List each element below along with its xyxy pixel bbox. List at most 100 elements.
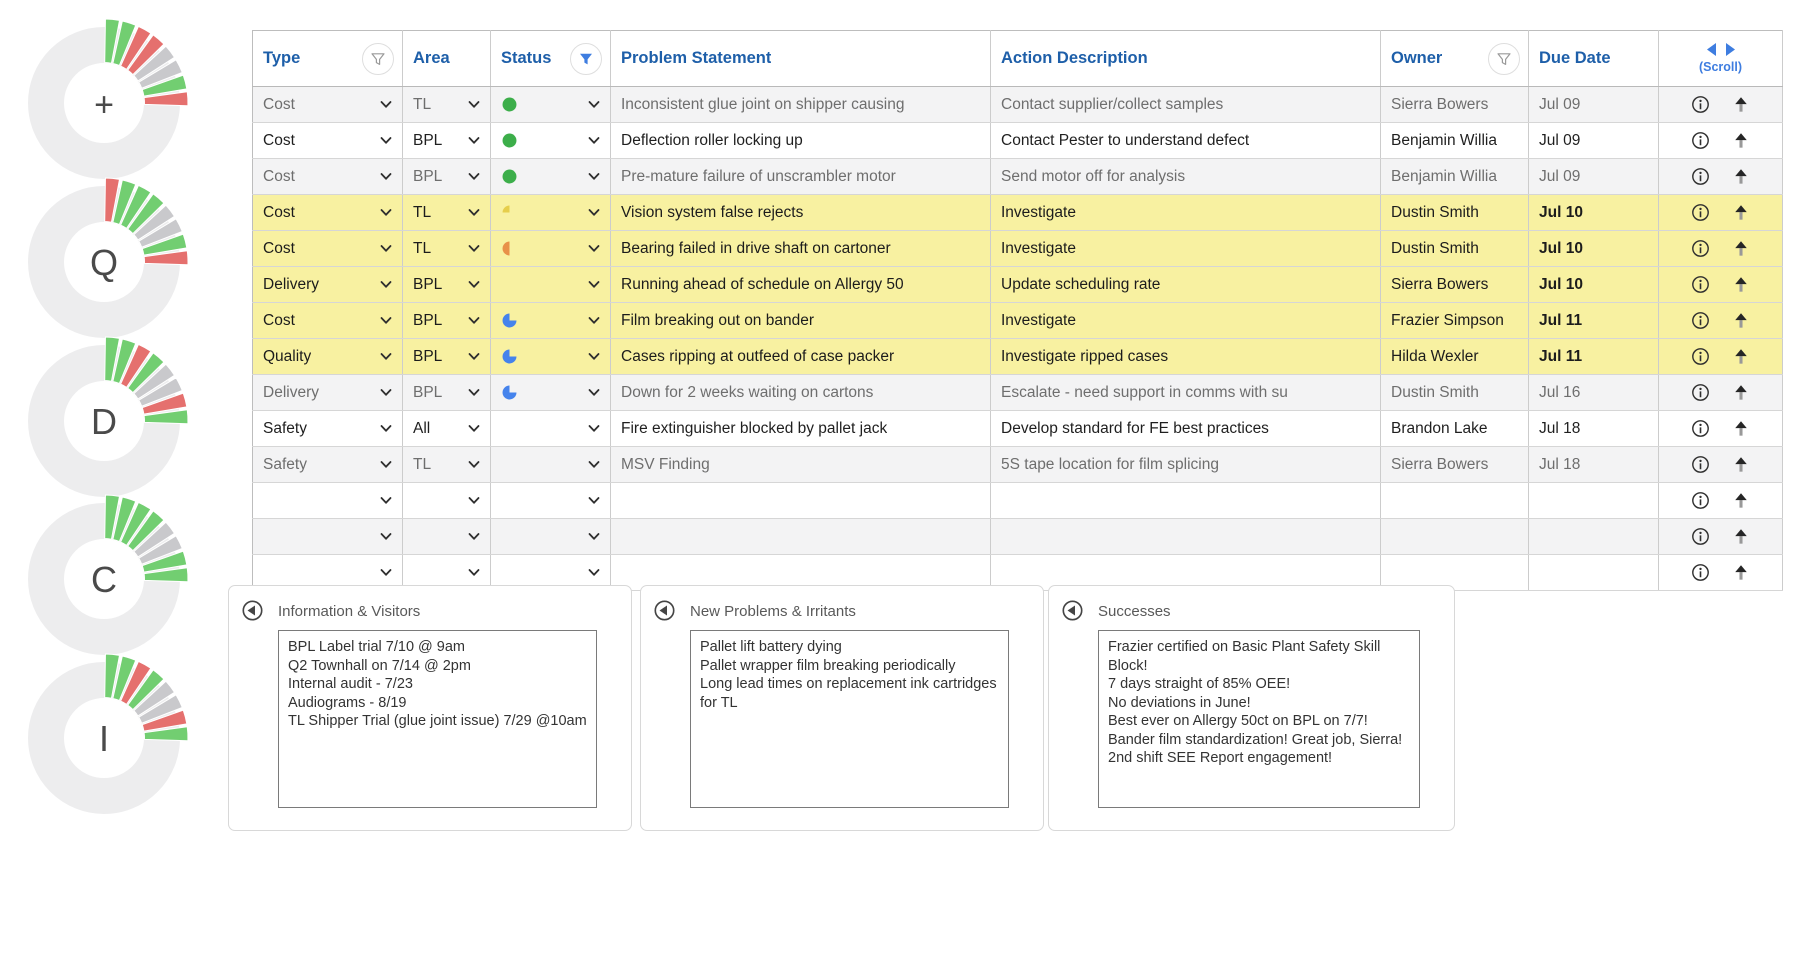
due-date-cell[interactable]: Jul 10 — [1529, 231, 1659, 267]
owner-cell[interactable]: Dustin Smith — [1381, 231, 1529, 267]
due-date-cell[interactable]: Jul 09 — [1529, 159, 1659, 195]
promote-arrow-icon[interactable] — [1732, 456, 1750, 474]
scroll-right-icon[interactable] — [1726, 43, 1735, 56]
due-date-cell[interactable] — [1529, 519, 1659, 555]
problem-statement-cell[interactable] — [611, 519, 991, 555]
problem-statement-cell[interactable] — [611, 483, 991, 519]
status-dropdown-cell[interactable] — [491, 231, 611, 267]
due-date-cell[interactable]: Jul 10 — [1529, 267, 1659, 303]
promote-arrow-icon[interactable] — [1732, 204, 1750, 222]
owner-cell[interactable]: Hilda Wexler — [1381, 339, 1529, 375]
donut-chart-I[interactable]: I — [9, 643, 199, 833]
area-dropdown-cell[interactable]: TL — [403, 87, 491, 123]
action-description-cell[interactable]: Send motor off for analysis — [991, 159, 1381, 195]
problem-statement-cell[interactable]: Down for 2 weeks waiting on cartons — [611, 375, 991, 411]
promote-arrow-icon[interactable] — [1732, 492, 1750, 510]
type-dropdown-cell[interactable]: Delivery — [253, 267, 403, 303]
info-icon[interactable] — [1691, 131, 1710, 150]
info-icon[interactable] — [1691, 311, 1710, 330]
action-description-cell[interactable]: 5S tape location for film splicing — [991, 447, 1381, 483]
promote-arrow-icon[interactable] — [1732, 384, 1750, 402]
collapse-panel-icon[interactable] — [241, 599, 264, 627]
owner-cell[interactable]: Sierra Bowers — [1381, 447, 1529, 483]
action-description-cell[interactable]: Develop standard for FE best practices — [991, 411, 1381, 447]
action-description-cell[interactable]: Investigate — [991, 231, 1381, 267]
promote-arrow-icon[interactable] — [1732, 564, 1750, 582]
due-date-cell[interactable] — [1529, 555, 1659, 591]
due-date-cell[interactable]: Jul 18 — [1529, 411, 1659, 447]
promote-arrow-icon[interactable] — [1732, 240, 1750, 258]
type-dropdown-cell[interactable]: Cost — [253, 123, 403, 159]
action-description-cell[interactable]: Investigate — [991, 303, 1381, 339]
status-dropdown-cell[interactable] — [491, 519, 611, 555]
info-icon[interactable] — [1691, 95, 1710, 114]
owner-cell[interactable]: Sierra Bowers — [1381, 267, 1529, 303]
promote-arrow-icon[interactable] — [1732, 276, 1750, 294]
type-dropdown-cell[interactable]: Safety — [253, 411, 403, 447]
area-dropdown-cell[interactable]: All — [403, 411, 491, 447]
owner-cell[interactable]: Frazier Simpson — [1381, 303, 1529, 339]
owner-cell[interactable]: Brandon Lake — [1381, 411, 1529, 447]
problem-statement-cell[interactable]: Running ahead of schedule on Allergy 50 — [611, 267, 991, 303]
due-date-cell[interactable]: Jul 16 — [1529, 375, 1659, 411]
type-dropdown-cell[interactable]: Safety — [253, 447, 403, 483]
promote-arrow-icon[interactable] — [1732, 528, 1750, 546]
type-dropdown-cell[interactable] — [253, 483, 403, 519]
info-icon[interactable] — [1691, 347, 1710, 366]
scroll-left-icon[interactable] — [1707, 43, 1716, 56]
due-date-cell[interactable]: Jul 11 — [1529, 303, 1659, 339]
action-description-cell[interactable]: Update scheduling rate — [991, 267, 1381, 303]
action-description-cell[interactable]: Investigate — [991, 195, 1381, 231]
collapse-panel-icon[interactable] — [653, 599, 676, 627]
promote-arrow-icon[interactable] — [1732, 420, 1750, 438]
info-icon[interactable] — [1691, 203, 1710, 222]
type-dropdown-cell[interactable]: Quality — [253, 339, 403, 375]
owner-cell[interactable] — [1381, 519, 1529, 555]
type-dropdown-cell[interactable]: Cost — [253, 87, 403, 123]
due-date-cell[interactable] — [1529, 483, 1659, 519]
area-dropdown-cell[interactable]: TL — [403, 231, 491, 267]
info-icon[interactable] — [1691, 527, 1710, 546]
area-dropdown-cell[interactable]: TL — [403, 447, 491, 483]
due-date-cell[interactable]: Jul 09 — [1529, 87, 1659, 123]
problem-statement-cell[interactable]: Film breaking out on bander — [611, 303, 991, 339]
successes-textbox[interactable]: Frazier certified on Basic Plant Safety … — [1098, 630, 1420, 808]
due-date-cell[interactable]: Jul 18 — [1529, 447, 1659, 483]
action-description-cell[interactable] — [991, 483, 1381, 519]
area-dropdown-cell[interactable]: BPL — [403, 123, 491, 159]
owner-cell[interactable]: Sierra Bowers — [1381, 87, 1529, 123]
area-dropdown-cell[interactable] — [403, 483, 491, 519]
area-dropdown-cell[interactable]: TL — [403, 195, 491, 231]
info-icon[interactable] — [1691, 491, 1710, 510]
promote-arrow-icon[interactable] — [1732, 96, 1750, 114]
type-dropdown-cell[interactable]: Cost — [253, 303, 403, 339]
owner-cell[interactable]: Benjamin Willia — [1381, 159, 1529, 195]
info-icon[interactable] — [1691, 419, 1710, 438]
due-date-cell[interactable]: Jul 09 — [1529, 123, 1659, 159]
status-dropdown-cell[interactable] — [491, 87, 611, 123]
status-dropdown-cell[interactable] — [491, 159, 611, 195]
status-dropdown-cell[interactable] — [491, 483, 611, 519]
owner-cell[interactable]: Dustin Smith — [1381, 195, 1529, 231]
due-date-cell[interactable]: Jul 10 — [1529, 195, 1659, 231]
status-dropdown-cell[interactable] — [491, 123, 611, 159]
collapse-panel-icon[interactable] — [1061, 599, 1084, 627]
promote-arrow-icon[interactable] — [1732, 348, 1750, 366]
problem-statement-cell[interactable]: Bearing failed in drive shaft on cartone… — [611, 231, 991, 267]
new-problems-textbox[interactable]: Pallet lift battery dying Pallet wrapper… — [690, 630, 1009, 808]
type-dropdown-cell[interactable]: Cost — [253, 159, 403, 195]
information-visitors-textbox[interactable]: BPL Label trial 7/10 @ 9am Q2 Townhall o… — [278, 630, 597, 808]
status-dropdown-cell[interactable] — [491, 195, 611, 231]
info-icon[interactable] — [1691, 275, 1710, 294]
promote-arrow-icon[interactable] — [1732, 132, 1750, 150]
info-icon[interactable] — [1691, 563, 1710, 582]
status-dropdown-cell[interactable] — [491, 339, 611, 375]
due-date-cell[interactable]: Jul 11 — [1529, 339, 1659, 375]
problem-statement-cell[interactable]: Cases ripping at outfeed of case packer — [611, 339, 991, 375]
owner-cell[interactable]: Benjamin Willia — [1381, 123, 1529, 159]
area-dropdown-cell[interactable]: BPL — [403, 267, 491, 303]
filter-icon-outline[interactable] — [362, 43, 394, 75]
info-icon[interactable] — [1691, 167, 1710, 186]
status-dropdown-cell[interactable] — [491, 267, 611, 303]
problem-statement-cell[interactable]: Vision system false rejects — [611, 195, 991, 231]
